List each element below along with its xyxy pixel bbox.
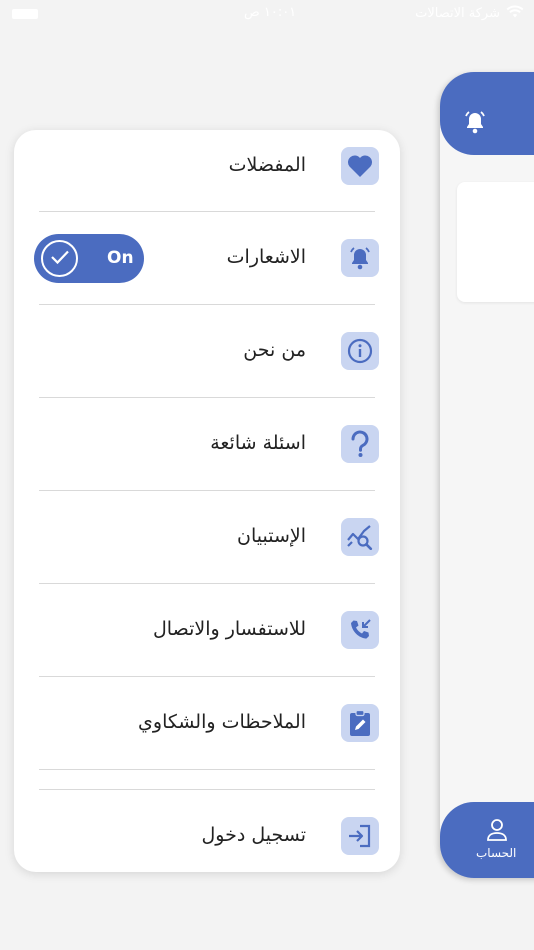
status-carrier: شركة الاتصالات — [415, 5, 524, 22]
menu-item-label: اسئلة شائعة — [210, 432, 306, 454]
info-icon — [341, 332, 379, 370]
divider — [39, 583, 375, 584]
divider — [39, 211, 375, 212]
divider — [39, 676, 375, 677]
user-icon — [486, 818, 508, 846]
divider — [39, 304, 375, 305]
menu-item-feedback[interactable]: الملاحظات والشكاوي — [14, 687, 400, 779]
menu-item-contact[interactable]: للاستفسار والاتصال — [14, 594, 400, 686]
toggle-knob — [41, 240, 78, 277]
menu-item-label: تسجيل دخول — [201, 824, 307, 846]
carrier-name: شركة الاتصالات — [415, 6, 500, 21]
tab-account-label: الحساب — [476, 846, 517, 860]
menu-item-label: من نحن — [243, 339, 306, 361]
notifications-toggle[interactable]: On — [34, 234, 144, 283]
clipboard-edit-icon — [341, 704, 379, 742]
question-icon — [341, 425, 379, 463]
wifi-icon — [506, 5, 524, 22]
menu-item-about[interactable]: من نحن — [14, 315, 400, 407]
background-card — [457, 182, 534, 302]
menu-item-label: الاشعارات — [226, 246, 306, 268]
battery-icon — [12, 9, 38, 19]
tab-account[interactable]: الحساب — [440, 802, 534, 878]
divider — [39, 789, 375, 790]
menu-item-survey[interactable]: الإستبيان — [14, 501, 400, 593]
phone-incoming-icon — [341, 611, 379, 649]
notification-bell-icon[interactable] — [463, 110, 487, 140]
divider — [39, 397, 375, 398]
menu-item-favorites[interactable]: المفضلات — [14, 130, 400, 222]
menu-item-faq[interactable]: اسئلة شائعة — [14, 408, 400, 500]
side-menu: المفضلات الاشعارات On من نحن اسئلة شائعة… — [14, 130, 400, 872]
menu-item-label: المفضلات — [228, 154, 306, 176]
status-bar: ١٠:٠١ ص شركة الاتصالات — [0, 0, 534, 28]
menu-item-label: الإستبيان — [237, 525, 306, 547]
divider — [39, 769, 375, 770]
toggle-state-label: On — [107, 248, 134, 268]
check-icon — [50, 249, 70, 269]
menu-item-label: الملاحظات والشكاوي — [138, 711, 306, 733]
survey-chart-icon — [341, 518, 379, 556]
bell-icon — [341, 239, 379, 277]
divider — [39, 490, 375, 491]
menu-item-label: للاستفسار والاتصال — [153, 618, 306, 640]
status-time: ١٠:٠١ ص — [244, 5, 297, 20]
panel-header[interactable] — [440, 72, 534, 155]
login-icon — [341, 817, 379, 855]
heart-icon — [341, 147, 379, 185]
menu-item-login[interactable]: تسجيل دخول — [14, 800, 400, 892]
